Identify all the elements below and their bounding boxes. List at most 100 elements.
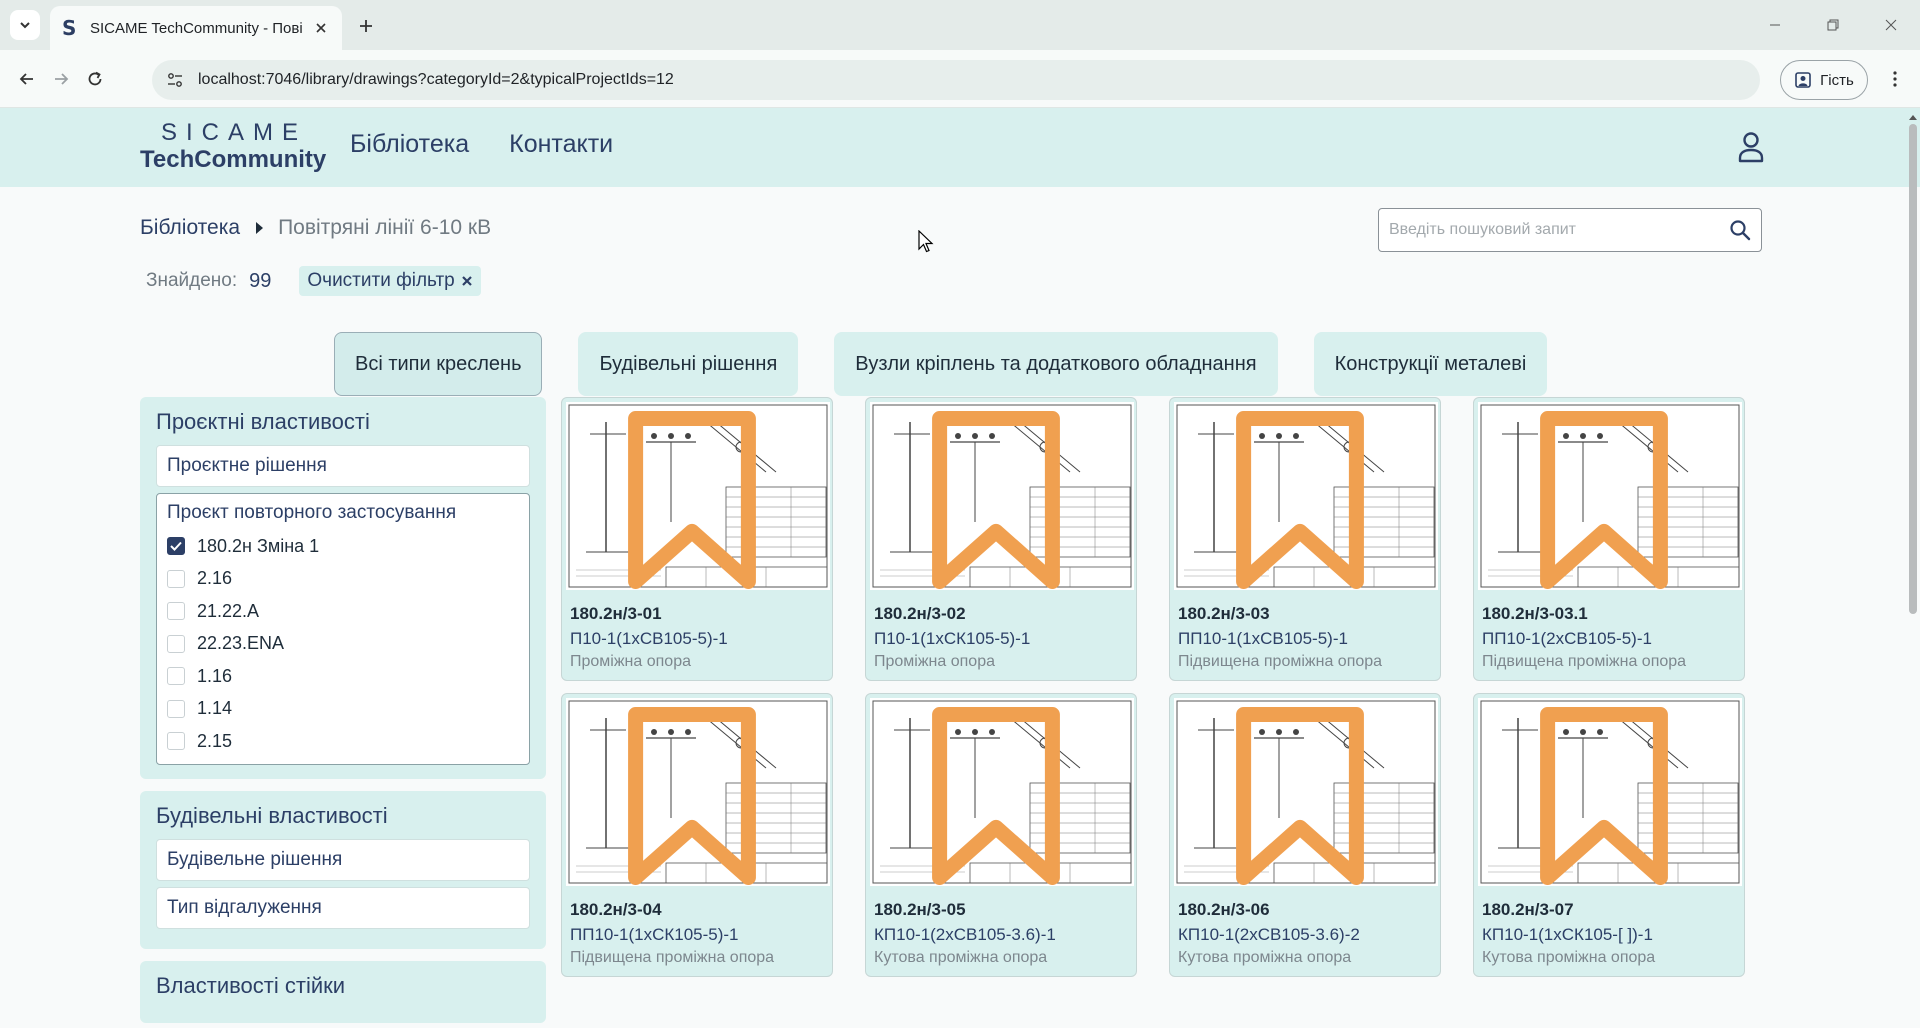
breadcrumb: Бібліотека Повітряні лінії 6-10 кВ xyxy=(140,216,491,240)
drawing-thumbnail[interactable] xyxy=(1478,402,1742,590)
drawing-card[interactable]: 180.2н/3-06 КП10-1(2хСВ105-3.6)-2 Кутова… xyxy=(1169,693,1441,977)
tab-close-button[interactable] xyxy=(312,19,330,37)
drawing-card[interactable]: 180.2н/3-07 КП10-1(1хСК105-[ ])-1 Кутова… xyxy=(1473,693,1745,977)
project-properties-title: Проєктні властивості xyxy=(156,409,370,434)
drawing-name: КП10-1(1хСК105-[ ])-1 xyxy=(1482,925,1653,944)
filter-option-label: 2.16 xyxy=(197,568,233,589)
drawing-card[interactable]: 180.2н/3-03 ПП10-1(1хСВ105-5)-1 Підвищен… xyxy=(1169,397,1441,681)
filter-option[interactable]: 2.16 xyxy=(167,563,519,596)
filter-option[interactable]: 180.2н Зміна 1 xyxy=(167,530,519,563)
bookmark-icon[interactable] xyxy=(561,406,824,594)
search-input[interactable] xyxy=(1389,221,1729,239)
filter-option-label: 1.14 xyxy=(197,698,233,719)
minimize-icon xyxy=(1770,24,1780,26)
back-button[interactable] xyxy=(12,64,42,94)
results-summary: Знайдено: 99 Очистити фільтр xyxy=(146,266,481,296)
filter-option-label: 2.15 xyxy=(197,730,233,751)
checkbox-checked[interactable] xyxy=(167,537,185,556)
drawing-thumbnail[interactable] xyxy=(566,698,830,886)
tab-metal-structures[interactable]: Конструкції металеві xyxy=(1313,332,1548,396)
drawing-thumbnail[interactable] xyxy=(566,402,830,590)
browser-tab-active[interactable]: S SICAME TechCommunity - Пові xyxy=(50,6,342,50)
drawing-thumbnail[interactable] xyxy=(1478,698,1742,886)
url-text: localhost:7046/library/drawings?category… xyxy=(198,71,674,88)
building-solution-select[interactable]: Будівельне рішення xyxy=(156,838,530,881)
bookmark-icon[interactable] xyxy=(1169,702,1432,890)
minimize-button[interactable] xyxy=(1746,0,1804,50)
close-window-button[interactable] xyxy=(1862,0,1920,50)
drawing-card[interactable]: 180.2н/3-02 П10-1(1хСК105-5)-1 Проміжна … xyxy=(865,397,1137,681)
drawing-code: 180.2н/3-05 xyxy=(874,900,966,919)
project-solution-select[interactable]: Проєктне рішення xyxy=(156,445,530,487)
logo-bottom: TechCommunity xyxy=(140,146,327,173)
arrow-left-icon xyxy=(19,73,33,85)
checkbox[interactable] xyxy=(167,732,185,751)
new-tab-button[interactable] xyxy=(352,12,380,40)
drawing-thumbnail[interactable] xyxy=(1174,698,1438,886)
tab-building-solutions[interactable]: Будівельні рішення xyxy=(578,332,799,396)
bookmark-icon[interactable] xyxy=(865,406,1128,594)
project-properties-panel: Проєктні властивості Проєктне рішення Пр… xyxy=(140,397,546,779)
window-controls xyxy=(1746,0,1920,50)
drawing-name: П10-1(1хСК105-5)-1 xyxy=(874,629,1031,648)
bookmark-icon[interactable] xyxy=(1473,406,1736,594)
clear-filter-button[interactable]: Очистити фільтр xyxy=(299,266,481,296)
scroll-up-icon[interactable] xyxy=(1908,112,1918,122)
restore-icon xyxy=(1827,19,1839,31)
site-settings-icon[interactable] xyxy=(166,71,184,89)
scrollbar-thumb[interactable] xyxy=(1909,124,1917,614)
drawing-name: КП10-1(2хСВ105-3.6)-2 xyxy=(1178,925,1360,944)
filter-option[interactable]: 21.22.А xyxy=(167,595,519,628)
drawing-type: Кутова проміжна опора xyxy=(1178,949,1352,966)
restore-button[interactable] xyxy=(1804,0,1862,50)
nav-library[interactable]: Бібліотека xyxy=(350,130,469,159)
drawing-card[interactable]: 180.2н/3-05 КП10-1(2хСВ105-3.6)-1 Кутова… xyxy=(865,693,1137,977)
branch-type-select[interactable]: Тип відгалуження xyxy=(156,886,530,929)
forward-button[interactable] xyxy=(46,64,76,94)
bookmark-icon[interactable] xyxy=(561,702,824,890)
drawing-code: 180.2н/3-03.1 xyxy=(1482,604,1588,623)
drawing-card[interactable]: 180.2н/3-04 ПП10-1(1хСК105-5)-1 Підвищен… xyxy=(561,693,833,977)
guest-profile-icon xyxy=(1795,72,1811,88)
breadcrumb-library[interactable]: Бібліотека xyxy=(140,216,240,240)
user-account-button[interactable] xyxy=(1736,130,1766,164)
tab-fastening-nodes[interactable]: Вузли кріплень та додаткового обладнання xyxy=(834,332,1278,396)
checkbox[interactable] xyxy=(167,569,185,588)
reload-icon xyxy=(88,71,102,86)
building-properties-title: Будівельні властивості xyxy=(156,802,388,828)
filter-option[interactable]: 1.16 xyxy=(167,660,519,693)
tab-all-types[interactable]: Всі типи креслень xyxy=(334,332,543,396)
drawing-thumbnail[interactable] xyxy=(870,698,1134,886)
checkbox[interactable] xyxy=(167,634,185,653)
bookmark-icon[interactable] xyxy=(1169,406,1432,594)
drawing-thumbnail[interactable] xyxy=(870,402,1134,590)
sicame-favicon-icon: S xyxy=(62,16,77,40)
site-logo[interactable]: SICAME TechCommunity xyxy=(140,120,327,174)
checkbox[interactable] xyxy=(167,602,185,621)
checkbox[interactable] xyxy=(167,667,185,686)
reload-button[interactable] xyxy=(80,64,110,94)
browser-menu-button[interactable] xyxy=(1880,64,1910,94)
filter-option[interactable]: 22.23.ENA xyxy=(167,628,519,661)
filter-sidebar: Проєктні властивості Проєктне рішення Пр… xyxy=(140,397,546,1028)
drawing-name: КП10-1(2хСВ105-3.6)-1 xyxy=(874,925,1056,944)
profile-button[interactable]: Гість xyxy=(1780,60,1868,100)
drawing-type-tabs: Всі типи креслень Будівельні рішення Вуз… xyxy=(334,332,1548,396)
found-label: Знайдено: xyxy=(146,270,238,291)
bookmark-icon[interactable] xyxy=(1473,702,1736,890)
nav-contacts[interactable]: Контакти xyxy=(509,130,613,159)
tab-search-button[interactable] xyxy=(10,10,40,40)
search-icon[interactable] xyxy=(1729,219,1751,241)
drawing-card[interactable]: 180.2н/3-01 П10-1(1хСВ105-5)-1 Проміжна … xyxy=(561,397,833,681)
filter-option[interactable]: 2.15 xyxy=(167,725,519,758)
address-bar[interactable]: localhost:7046/library/drawings?category… xyxy=(152,60,1760,100)
close-icon xyxy=(461,276,472,286)
drawing-thumbnail[interactable] xyxy=(1174,402,1438,590)
checkbox[interactable] xyxy=(167,699,185,718)
bookmark-icon[interactable] xyxy=(865,702,1128,890)
filter-option[interactable]: 1.14 xyxy=(167,693,519,726)
drawing-card[interactable]: 180.2н/3-03.1 ПП10-1(2хСВ105-5)-1 Підвищ… xyxy=(1473,397,1745,681)
page-scrollbar[interactable] xyxy=(1906,110,1918,1028)
search-box xyxy=(1378,208,1762,252)
drawings-grid: 180.2н/3-01 П10-1(1хСВ105-5)-1 Проміжна … xyxy=(561,397,1745,977)
